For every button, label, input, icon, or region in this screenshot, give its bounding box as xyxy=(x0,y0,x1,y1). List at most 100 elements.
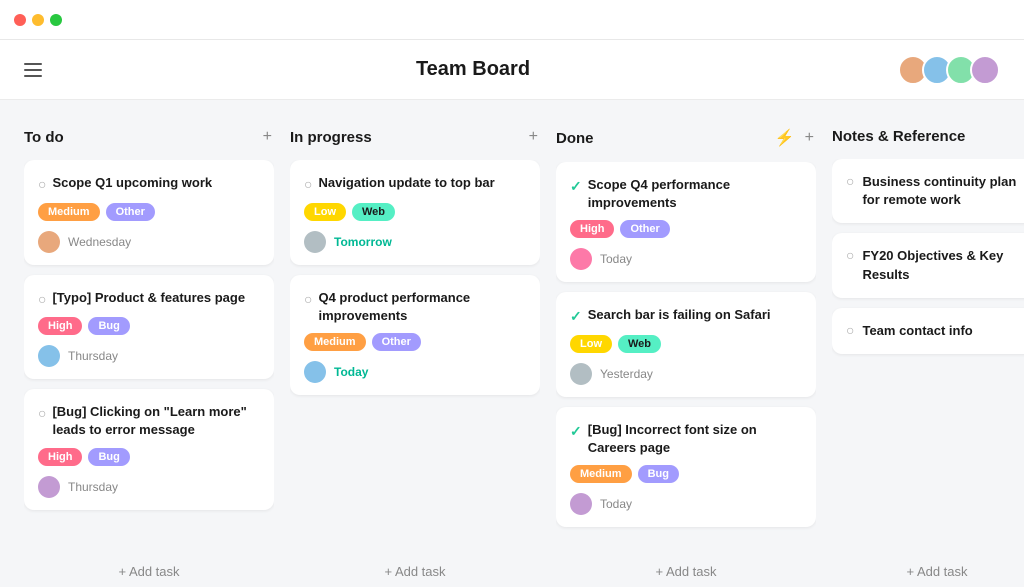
app-header: Team Board xyxy=(0,40,1024,100)
card-title: ✓ Scope Q4 performance improvements xyxy=(570,176,802,212)
check-icon: ○ xyxy=(846,173,854,189)
check-icon: ○ xyxy=(846,322,854,338)
avatar xyxy=(304,361,326,383)
tag-other: Other xyxy=(620,220,669,238)
column-inprogress: In progress + ○ Navigation update to top… xyxy=(290,128,540,587)
note-title: Team contact info xyxy=(862,322,972,340)
tag-web: Web xyxy=(618,335,661,353)
tag-high: High xyxy=(38,317,82,335)
tag-medium: Medium xyxy=(304,333,366,351)
avatar xyxy=(38,231,60,253)
card-title: ✓ Search bar is failing on Safari xyxy=(570,306,802,327)
avatar xyxy=(304,231,326,253)
board: To do + ○ Scope Q1 upcoming work Medium … xyxy=(0,100,1024,587)
card-title: ○ [Bug] Clicking on "Learn more" leads t… xyxy=(38,403,260,439)
avatar xyxy=(570,363,592,385)
tag-web: Web xyxy=(352,203,395,221)
titlebar xyxy=(0,0,1024,40)
close-dot[interactable] xyxy=(14,14,26,26)
tag-high: High xyxy=(38,448,82,466)
column-done-title: Done xyxy=(556,130,594,147)
card-date: Tomorrow xyxy=(334,235,392,249)
tag-bug: Bug xyxy=(88,317,129,335)
card-footer: Yesterday xyxy=(570,363,802,385)
check-icon: ○ xyxy=(304,175,312,195)
card-tags: High Bug xyxy=(38,317,260,335)
add-inprogress-task-button[interactable]: + Add task xyxy=(290,556,540,587)
column-notes-header: Notes & Reference xyxy=(832,128,1024,145)
check-icon: ✓ xyxy=(570,422,582,442)
todo-cards: ○ Scope Q1 upcoming work Medium Other We… xyxy=(24,160,274,556)
table-row: ○ Navigation update to top bar Low Web T… xyxy=(290,160,540,265)
list-item: ○ Team contact info xyxy=(832,308,1024,354)
note-title: Business continuity plan for remote work xyxy=(862,173,1024,209)
col-todo-actions: + xyxy=(261,128,274,146)
inprogress-cards: ○ Navigation update to top bar Low Web T… xyxy=(290,160,540,556)
check-icon: ○ xyxy=(846,247,854,263)
tag-low: Low xyxy=(570,335,612,353)
column-done-header: Done ⚡ + xyxy=(556,128,816,148)
column-todo: To do + ○ Scope Q1 upcoming work Medium … xyxy=(24,128,274,587)
tag-other: Other xyxy=(106,203,155,221)
add-notes-task-button[interactable]: + Add task xyxy=(832,556,1024,587)
avatar xyxy=(38,345,60,367)
card-footer: Thursday xyxy=(38,345,260,367)
tag-medium: Medium xyxy=(38,203,100,221)
table-row: ○ [Bug] Clicking on "Learn more" leads t… xyxy=(24,389,274,509)
tag-medium: Medium xyxy=(570,465,632,483)
avatar xyxy=(38,476,60,498)
card-date: Thursday xyxy=(68,480,118,494)
card-title: ○ Scope Q1 upcoming work xyxy=(38,174,260,195)
add-inprogress-button[interactable]: + xyxy=(527,128,540,146)
card-tags: High Other xyxy=(570,220,802,238)
check-icon: ○ xyxy=(304,290,312,310)
add-done-button[interactable]: + xyxy=(803,129,816,147)
done-cards: ✓ Scope Q4 performance improvements High… xyxy=(556,162,816,556)
add-done-task-button[interactable]: + Add task xyxy=(556,556,816,587)
column-inprogress-header: In progress + xyxy=(290,128,540,146)
card-tags: Medium Other xyxy=(304,333,526,351)
card-title: ○ Q4 product performance improvements xyxy=(304,289,526,325)
window-controls xyxy=(14,14,62,26)
table-row: ✓ Scope Q4 performance improvements High… xyxy=(556,162,816,282)
maximize-dot[interactable] xyxy=(50,14,62,26)
card-date: Today xyxy=(600,497,632,511)
column-notes-title: Notes & Reference xyxy=(832,128,965,145)
avatar xyxy=(570,248,592,270)
list-item: ○ FY20 Objectives & Key Results xyxy=(832,233,1024,297)
card-date: Wednesday xyxy=(68,235,131,249)
tag-low: Low xyxy=(304,203,346,221)
table-row: ✓ [Bug] Incorrect font size on Careers p… xyxy=(556,407,816,527)
note-title: FY20 Objectives & Key Results xyxy=(862,247,1024,283)
column-todo-title: To do xyxy=(24,129,64,146)
add-todo-task-button[interactable]: + Add task xyxy=(24,556,274,587)
card-footer: Tomorrow xyxy=(304,231,526,253)
card-title: ○ Navigation update to top bar xyxy=(304,174,526,195)
tag-bug: Bug xyxy=(88,448,129,466)
card-date: Thursday xyxy=(68,349,118,363)
user-avatars xyxy=(904,55,1000,85)
col-done-actions: ⚡ + xyxy=(775,128,816,148)
card-footer: Today xyxy=(570,493,802,515)
card-tags: Low Web xyxy=(304,203,526,221)
check-icon: ○ xyxy=(38,404,46,424)
card-tags: Medium Other xyxy=(38,203,260,221)
minimize-dot[interactable] xyxy=(32,14,44,26)
check-icon: ✓ xyxy=(570,177,582,197)
card-footer: Today xyxy=(304,361,526,383)
column-done: Done ⚡ + ✓ Scope Q4 performance improvem… xyxy=(556,128,816,587)
column-notes: Notes & Reference ○ Business continuity … xyxy=(832,128,1024,587)
card-date: Today xyxy=(334,365,368,379)
menu-button[interactable] xyxy=(24,63,42,77)
card-footer: Today xyxy=(570,248,802,270)
add-todo-button[interactable]: + xyxy=(261,128,274,146)
list-item: ○ Business continuity plan for remote wo… xyxy=(832,159,1024,223)
table-row: ○ Q4 product performance improvements Me… xyxy=(290,275,540,395)
card-title: ✓ [Bug] Incorrect font size on Careers p… xyxy=(570,421,802,457)
card-date: Yesterday xyxy=(600,367,653,381)
table-row: ✓ Search bar is failing on Safari Low We… xyxy=(556,292,816,397)
col-inprogress-actions: + xyxy=(527,128,540,146)
table-row: ○ Scope Q1 upcoming work Medium Other We… xyxy=(24,160,274,265)
card-title: ○ [Typo] Product & features page xyxy=(38,289,260,310)
avatar-4 xyxy=(970,55,1000,85)
